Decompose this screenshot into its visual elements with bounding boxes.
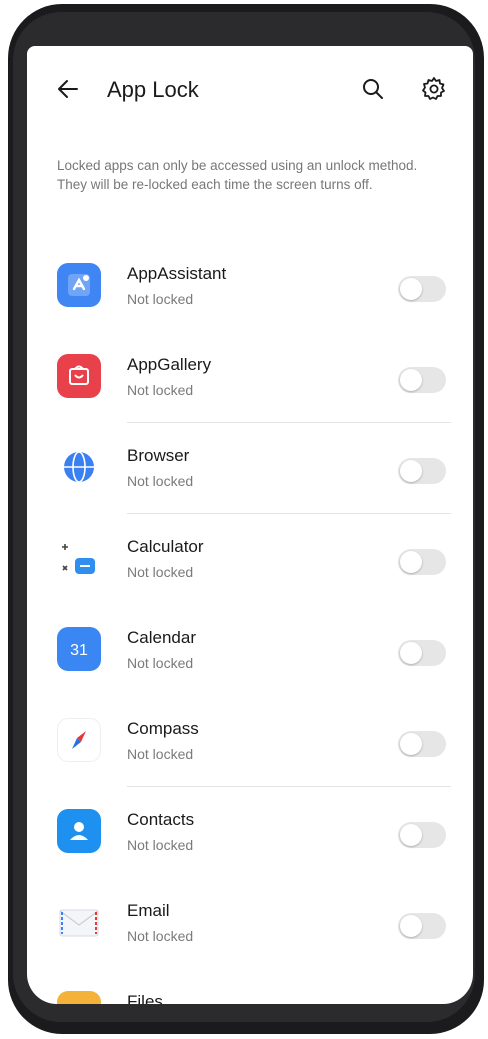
contacts-icon (57, 809, 101, 853)
app-name: AppAssistant (127, 264, 227, 283)
browser-icon (57, 445, 101, 489)
compass-icon (57, 718, 101, 762)
list-item-compass[interactable]: Compass Not locked (27, 696, 473, 787)
calculator-icon (57, 536, 101, 580)
toggle-knob (400, 369, 422, 391)
toggle-knob (400, 278, 422, 300)
calendar-icon: 31 (57, 627, 101, 671)
app-name: Browser (127, 446, 190, 465)
email-icon (57, 900, 101, 944)
lock-toggle[interactable] (398, 913, 446, 939)
lock-toggle[interactable] (398, 640, 446, 666)
list-item-email[interactable]: Email Not locked (27, 878, 473, 969)
description-text: Locked apps can only be accessed using a… (57, 158, 418, 192)
app-status: Not locked (127, 655, 194, 671)
toggle-knob (400, 824, 422, 846)
page-title: App Lock (107, 77, 199, 102)
lock-toggle[interactable] (398, 822, 446, 848)
list-item-calendar[interactable]: 31 Calendar Not locked (27, 605, 473, 696)
screen: App Lock Locked apps can only be accesse… (27, 46, 473, 1004)
list-item-browser[interactable]: Browser Not locked (27, 423, 473, 514)
toggle-knob (400, 733, 422, 755)
list-item-contacts[interactable]: Contacts Not locked (27, 787, 473, 878)
app-status: Not locked (127, 291, 194, 307)
app-status: Not locked (127, 837, 194, 853)
app-name: Files (127, 992, 163, 1004)
lock-toggle[interactable] (398, 276, 446, 302)
toggle-knob (400, 915, 422, 937)
app-name: Calendar (127, 628, 196, 647)
list-item-calculator[interactable]: Calculator Not locked (27, 514, 473, 605)
gear-icon[interactable] (421, 76, 447, 102)
app-name: AppGallery (127, 355, 212, 374)
search-icon[interactable] (361, 77, 385, 101)
app-status: Not locked (127, 746, 194, 762)
list-item-appassistant[interactable]: AppAssistant Not locked (27, 241, 473, 332)
toggle-knob (400, 642, 422, 664)
app-assistant-icon (57, 263, 101, 307)
app-name: Email (127, 901, 170, 920)
list-item-appgallery[interactable]: AppGallery Not locked (27, 332, 473, 423)
app-name: Calculator (127, 537, 204, 556)
list-item-files[interactable]: Files (27, 969, 473, 1004)
app-bar: App Lock (27, 46, 473, 136)
lock-toggle[interactable] (398, 731, 446, 757)
lock-toggle[interactable] (398, 367, 446, 393)
app-status: Not locked (127, 928, 194, 944)
app-name: Contacts (127, 810, 195, 829)
lock-toggle[interactable] (398, 549, 446, 575)
toggle-knob (400, 460, 422, 482)
toggle-knob (400, 551, 422, 573)
app-list: AppAssistant Not locked AppGallery Not l… (27, 241, 473, 1004)
files-icon (57, 991, 101, 1004)
app-status: Not locked (127, 564, 194, 580)
app-gallery-icon (57, 354, 101, 398)
lock-toggle[interactable] (398, 458, 446, 484)
app-status: Not locked (127, 473, 194, 489)
app-name: Compass (127, 719, 199, 738)
svg-text:31: 31 (70, 642, 88, 659)
app-status: Not locked (127, 382, 194, 398)
back-arrow-icon[interactable] (55, 76, 81, 102)
